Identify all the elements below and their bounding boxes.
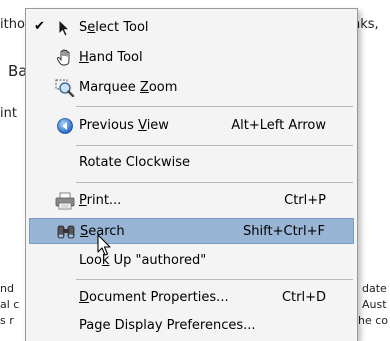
menu-separator — [76, 279, 353, 280]
background-text: s r — [0, 314, 14, 327]
menu-item-document-properties[interactable]: Document Properties... Ctrl+D — [29, 285, 354, 311]
background-text: Aust — [362, 298, 387, 311]
checkmark-icon: ✔ — [34, 19, 45, 34]
hand-icon — [55, 49, 75, 67]
menu-item-label: Previous View — [79, 118, 169, 133]
menu-item-label: Print... — [79, 193, 122, 208]
menu-item-label: Hand Tool — [79, 50, 143, 65]
background-text: date — [362, 282, 387, 295]
menu-item-page-display-preferences[interactable]: Page Display Preferences... — [29, 313, 354, 339]
shortcut-label: Alt+Left Arrow — [231, 118, 326, 133]
menu-item-previous-view[interactable]: Previous View Alt+Left Arrow — [29, 113, 354, 139]
background-text: itho — [0, 17, 25, 32]
background-text: int — [0, 106, 17, 121]
shortcut-label: Ctrl+P — [284, 193, 326, 208]
menu-separator — [76, 182, 353, 183]
background-text: nd — [0, 282, 14, 295]
marquee-zoom-icon — [55, 79, 75, 98]
binoculars-icon — [56, 223, 76, 241]
menu-item-look-up[interactable]: Look Up "authored" — [29, 248, 354, 274]
menu-item-label: Document Properties... — [79, 290, 229, 305]
menu-item-label: Rotate Clockwise — [79, 155, 191, 170]
menu-item-select-tool[interactable]: ✔ Select Tool — [29, 15, 354, 41]
menu-item-print[interactable]: Print... Ctrl+P — [29, 188, 354, 214]
context-menu: ✔ Select Tool Hand Tool Marquee Zoom Pre… — [25, 8, 358, 341]
menu-item-label: Select Tool — [79, 20, 149, 35]
background-text: he co — [358, 314, 389, 327]
arrow-cursor-icon — [55, 19, 75, 37]
menu-item-label: Page Display Preferences... — [79, 318, 256, 333]
menu-separator — [76, 106, 353, 107]
shortcut-label: Ctrl+D — [281, 290, 326, 305]
mouse-cursor-icon — [97, 234, 111, 256]
menu-separator — [76, 145, 353, 146]
menu-item-rotate-clockwise[interactable]: Rotate Clockwise — [29, 150, 354, 176]
menu-item-hand-tool[interactable]: Hand Tool — [29, 45, 354, 71]
menu-item-search[interactable]: Search Shift+Ctrl+F — [29, 218, 354, 244]
menu-item-label: Marquee Zoom — [79, 80, 178, 95]
shortcut-label: Shift+Ctrl+F — [243, 224, 325, 239]
menu-item-marquee-zoom[interactable]: Marquee Zoom — [29, 75, 354, 101]
printer-icon — [55, 192, 75, 210]
previous-view-icon — [55, 117, 75, 135]
background-text: al c — [0, 298, 20, 311]
